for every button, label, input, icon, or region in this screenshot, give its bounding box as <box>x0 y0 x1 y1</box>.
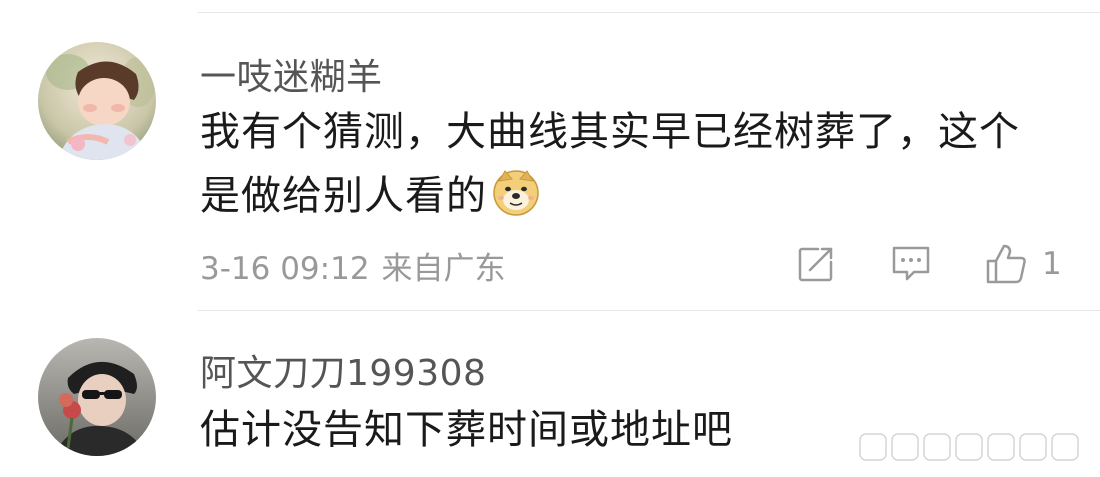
comment-divider <box>198 310 1100 311</box>
watermark <box>858 428 1090 468</box>
thumbs-up-icon <box>986 244 1026 284</box>
comment-content: 我有个猜测，大曲线其实早已经树葬了，这个 是做给别人看的 <box>200 100 1020 228</box>
share-button[interactable] <box>796 240 836 288</box>
like-button[interactable]: 1 <box>984 240 1062 288</box>
comment-content-text: 是做给别人看的 <box>200 173 487 219</box>
comment-username[interactable]: 一吱迷糊羊 <box>200 48 383 100</box>
comment-username[interactable]: 阿文刀刀199308 <box>200 344 486 396</box>
avatar[interactable] <box>38 42 156 160</box>
comment-time: 3-16 09:12 <box>200 251 370 287</box>
avatar-image <box>38 338 156 456</box>
reply-button[interactable] <box>890 240 932 288</box>
comment-content-line: 我有个猜测，大曲线其实早已经树葬了，这个 <box>200 109 1020 155</box>
comment-icon <box>892 246 930 281</box>
comment-content-line-with-emoji: 是做给别人看的 <box>200 164 1020 228</box>
avatar[interactable] <box>38 338 156 456</box>
doge-emoji-icon <box>491 167 541 217</box>
comment-meta: 3-16 09:12 来自广东 <box>200 243 506 288</box>
comment-location: 来自广东 <box>381 251 506 287</box>
share-icon <box>798 247 833 282</box>
comment-content: 估计没告知下葬时间或地址吧 <box>200 407 733 453</box>
top-divider <box>198 12 1100 13</box>
avatar-image <box>38 42 156 160</box>
watermark-icon <box>859 433 1079 461</box>
like-count: 1 <box>1042 246 1062 282</box>
